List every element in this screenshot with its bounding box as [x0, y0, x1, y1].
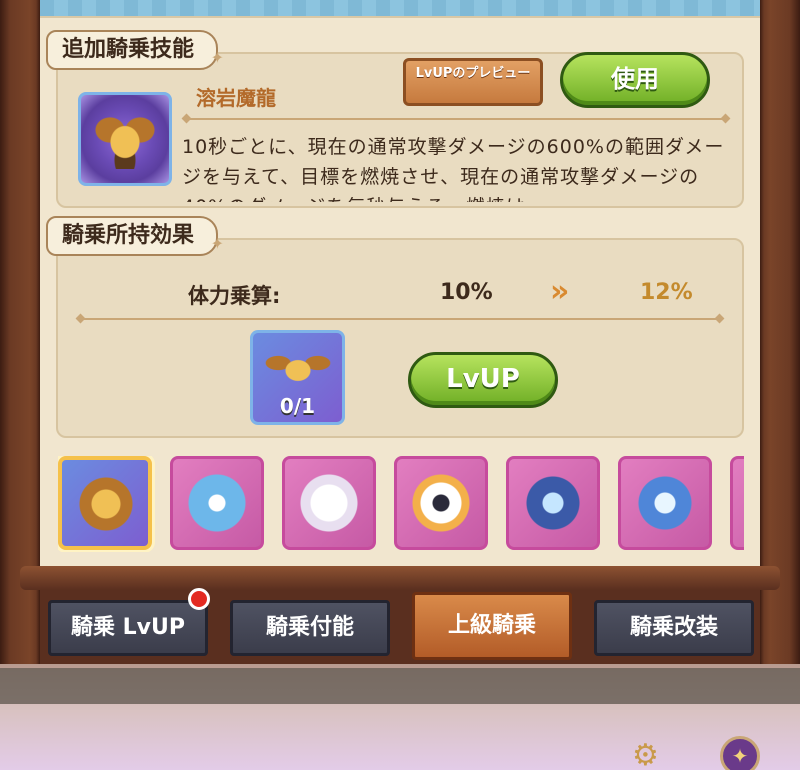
notification-badge	[188, 588, 210, 610]
use-button[interactable]: 使用	[560, 52, 710, 108]
butterfly-icon	[187, 473, 247, 533]
tab-mount-modify[interactable]: 騎乗改装	[594, 600, 754, 656]
mount-thumb-ice-serpent[interactable]	[506, 456, 600, 550]
extra-skill-title: 追加騎乗技能	[46, 30, 224, 76]
wooden-shelf	[20, 566, 780, 590]
robot-rabbit-icon	[411, 473, 471, 533]
skill-name: 溶岩魔龍	[196, 86, 276, 110]
settings-emblem-icon[interactable]: ✦	[720, 736, 760, 770]
tab-advanced-mount[interactable]: 上級騎乗	[412, 592, 572, 660]
skill-divider	[186, 118, 726, 120]
ice-serpent-icon	[523, 473, 583, 533]
top-strip	[40, 0, 760, 16]
effect-box	[56, 238, 744, 438]
lava-dragon-icon	[95, 109, 155, 169]
crystal-dragon-icon	[635, 473, 695, 533]
tab-bar: 騎乗 LvUP 騎乗付能 上級騎乗 騎乗改装	[36, 592, 766, 664]
stat-label: 体力乗算:	[188, 284, 281, 308]
mount-thumb-lava-dragon[interactable]	[58, 456, 152, 550]
mount-thumb-partial[interactable]	[730, 456, 744, 550]
scene-bar	[0, 668, 800, 704]
mount-thumb-butterfly[interactable]	[170, 456, 264, 550]
tab-mount-lvup[interactable]: 騎乗 LvUP	[48, 600, 208, 656]
mount-card[interactable]: 0/1	[250, 330, 345, 425]
mount-thumb-robot-rabbit[interactable]	[394, 456, 488, 550]
possession-effect-title: 騎乗所持効果	[46, 216, 224, 262]
lava-dragon-icon	[265, 343, 331, 393]
lvup-button[interactable]: LvUP	[408, 352, 558, 408]
skill-icon	[78, 92, 172, 186]
cloud-icon	[299, 473, 359, 533]
mount-thumbnail-row	[58, 456, 744, 552]
preview-button[interactable]: LvUPのプレビュー	[403, 58, 543, 106]
effect-divider	[80, 318, 720, 320]
skill-description: 10秒ごとに、現在の通常攻撃ダメージの600%の範囲ダメージを与えて、目標を燃焼…	[182, 136, 725, 202]
stat-next-value: 12%	[640, 280, 693, 305]
mount-thumb-cloud[interactable]	[282, 456, 376, 550]
tab-mount-enchant[interactable]: 騎乗付能	[230, 600, 390, 656]
mount-thumb-crystal-dragon[interactable]	[618, 456, 712, 550]
lava-dragon-icon	[76, 474, 136, 534]
gear-icon[interactable]: ⚙	[632, 738, 659, 770]
stat-current-value: 10%	[440, 280, 493, 305]
double-chevron-icon: »	[550, 274, 570, 309]
mount-count: 0/1	[279, 394, 316, 418]
